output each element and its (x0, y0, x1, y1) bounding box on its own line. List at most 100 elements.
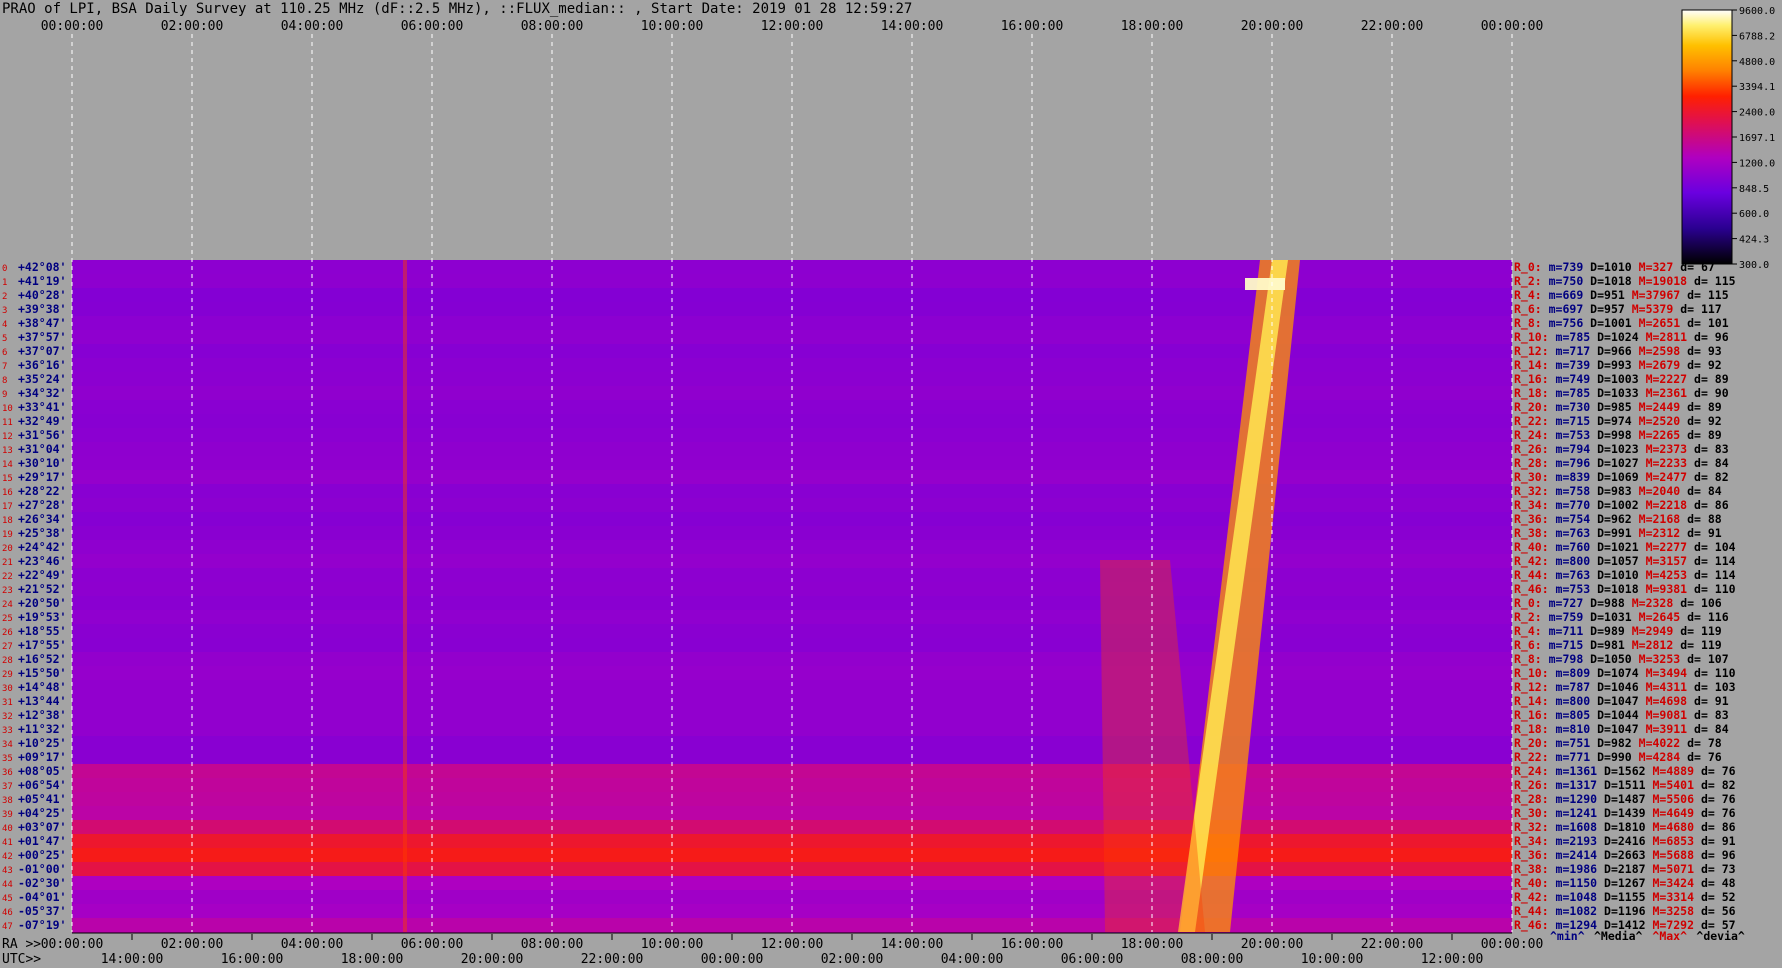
declination-label: +10°25' (18, 736, 66, 750)
row-index: 4 (2, 320, 7, 330)
utc-tick-label: 22:00:00 (581, 952, 644, 967)
declination-label: +31°56' (18, 428, 66, 442)
row-index: 23 (2, 586, 13, 596)
beam-stat-field: R_46: (1514, 582, 1549, 597)
beam-stat-field: R_44: (1514, 904, 1549, 919)
declination-label: +42°08' (18, 260, 66, 274)
beam-stat-field: d= 93 (1680, 344, 1722, 358)
beam-stat-field: M=2218 (1639, 498, 1688, 512)
beam-stat-line: R_44: m=763 D=1010 M=4253 d= 114 (1514, 568, 1736, 583)
beam-stat-field: d= 88 (1680, 512, 1722, 526)
beam-stat-field: D=1155 (1597, 890, 1646, 904)
row-index: 13 (2, 446, 13, 456)
beam-stat-field: m=715 (1542, 638, 1584, 652)
beam-stat-line: R_30: m=839 D=1069 M=2477 d= 82 (1514, 470, 1729, 485)
row-index: 14 (2, 460, 13, 470)
beam-stat-field: D=1074 (1590, 666, 1639, 680)
beam-stat-field: D=1033 (1590, 386, 1639, 400)
row-index: 44 (2, 880, 13, 890)
beam-stat-line: R_4: m=669 D=951 M=37967 d= 115 (1514, 288, 1729, 303)
beam-stat-field: M=3911 (1639, 722, 1688, 736)
beam-stat-line: R_20: m=730 D=985 M=2449 d= 89 (1514, 400, 1722, 415)
row-index: 31 (2, 698, 13, 708)
declination-label: +15°50' (18, 666, 66, 680)
beam-stat-line: R_4: m=711 D=989 M=2949 d= 119 (1514, 624, 1722, 639)
beam-stat-line: R_38: m=763 D=991 M=2312 d= 91 (1514, 526, 1722, 541)
declination-label: +25°38' (18, 526, 66, 540)
declination-label: +14°48' (18, 680, 66, 694)
colorbar-tick-label: 600.0 (1739, 209, 1769, 220)
declination-label: +29°17' (18, 470, 66, 484)
beam-stat-field: D=1024 (1590, 330, 1639, 344)
beam-stat-field: D=2416 (1597, 834, 1646, 848)
beam-stat-field: R_2: (1514, 274, 1542, 289)
beam-stat-field: M=6853 (1646, 834, 1695, 848)
beam-stat-field: d= 82 (1687, 470, 1729, 484)
beam-stat-line: R_28: m=796 D=1027 M=2233 d= 84 (1514, 456, 1729, 471)
beam-stat-field: R_16: (1514, 372, 1549, 387)
utc-axis-title: UTC>> (2, 952, 41, 967)
declination-label: +09°17' (18, 750, 66, 764)
beam-stat-field: D=1010 (1583, 260, 1632, 274)
beam-stat-field: R_22: (1514, 414, 1549, 429)
beam-stat-field: D=998 (1590, 428, 1632, 442)
beam-stat-field: D=1001 (1583, 316, 1632, 330)
beam-stat-field: d= 56 (1694, 904, 1736, 918)
beam-stat-field: D=1196 (1597, 904, 1646, 918)
beam-stat-field: m=810 (1549, 722, 1591, 736)
ra-tick-label: 16:00:00 (1001, 937, 1064, 952)
bottom-axes: RA >>UTC>>00:00:00 02:00:00 04:00:00 06:00:… (2, 929, 1745, 967)
beam-stat-field: m=697 (1542, 302, 1584, 316)
beam-stat-line: R_34: m=2193 D=2416 M=6853 d= 91 (1514, 834, 1736, 849)
top-tick-label: 20:00:00 (1241, 19, 1304, 34)
ra-tick-label: 06:00:00 (401, 937, 464, 952)
colorbar-tick-label: 300.0 (1739, 260, 1769, 271)
beam-stat-line: R_22: m=771 D=990 M=4284 d= 76 (1514, 750, 1722, 765)
beam-stat-line: R_24: m=1361 D=1562 M=4889 d= 76 (1514, 764, 1736, 779)
legend-footer-item: ^Max^ (1652, 929, 1687, 943)
declination-label: +27°28' (18, 498, 66, 512)
beam-stat-line: R_32: m=758 D=983 M=2040 d= 84 (1514, 484, 1722, 499)
ra-tick-label: 12:00:00 (761, 937, 824, 952)
utc-tick-label: 10:00:00 (1301, 952, 1364, 967)
beam-stat-field: R_2: (1514, 610, 1542, 625)
colorbar: 9600.0 6788.2 4800.0 3394.1 2400.0 1697.1 1200… (1681, 6, 1775, 271)
beam-stat-field: D=1027 (1590, 456, 1639, 470)
declination-label: +39°38' (18, 302, 66, 316)
beam-stat-field: M=2811 (1639, 330, 1688, 344)
beam-stat-field: D=1047 (1590, 694, 1639, 708)
beam-stat-field: R_32: (1514, 820, 1549, 835)
beam-stat-field: R_38: (1514, 526, 1549, 541)
declination-label: -07°19' (18, 918, 66, 932)
beam-stat-field: M=2645 (1632, 610, 1681, 624)
beam-stat-field: d= 114 (1687, 554, 1736, 568)
beam-stat-field: D=1002 (1590, 498, 1638, 512)
beam-stat-field: D=962 (1590, 512, 1632, 526)
beam-stat-field: D=1487 (1597, 792, 1646, 806)
beam-stat-field: m=1082 (1549, 904, 1597, 918)
legend-footer-item: ^Media^ (1594, 929, 1643, 943)
beam-stat-field: D=957 (1583, 302, 1625, 316)
declination-label: +18°55' (18, 624, 66, 638)
beam-stat-line: R_22: m=715 D=974 M=2520 d= 92 (1514, 414, 1722, 429)
beam-stat-field: m=760 (1549, 540, 1591, 554)
beam-stat-field: M=3253 (1632, 652, 1681, 666)
beam-stat-field: m=809 (1549, 666, 1591, 680)
beam-stat-field: M=4311 (1639, 680, 1688, 694)
beam-stat-field: m=753 (1549, 582, 1591, 596)
beam-stat-field: d= 83 (1687, 442, 1729, 456)
beam-stat-field: R_34: (1514, 834, 1549, 849)
colorbar-tick-label: 848.5 (1739, 184, 1769, 195)
colorbar-tick-label: 1200.0 (1739, 158, 1775, 169)
beam-stat-field: D=990 (1590, 750, 1632, 764)
beam-stat-line: R_10: m=809 D=1074 M=3494 d= 110 (1514, 666, 1736, 681)
beam-stat-field: R_18: (1514, 386, 1549, 401)
top-tick-label: 00:00:00 (41, 19, 104, 34)
row-index: 20 (2, 544, 13, 554)
beam-stat-field: m=727 (1542, 596, 1584, 610)
beam-stat-field: m=669 (1542, 288, 1584, 302)
beam-stat-field: R_10: (1514, 330, 1549, 345)
beam-stat-line: R_44: m=1082 D=1196 M=3258 d= 56 (1514, 904, 1736, 919)
beam-stat-field: d= 90 (1687, 386, 1729, 400)
declination-label: +34°32' (18, 386, 66, 400)
